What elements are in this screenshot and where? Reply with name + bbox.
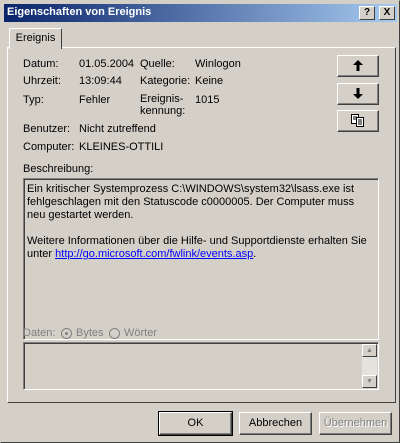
eventid-value: 1015 — [195, 94, 220, 106]
description-more-info: Weitere Informationen über die Hilfe- un… — [27, 235, 375, 261]
scroll-down-icon[interactable]: ▼ — [362, 375, 377, 388]
tab-ereignis[interactable]: Ereignis — [9, 28, 62, 49]
data-label: Daten: — [23, 327, 56, 339]
category-value: Keine — [195, 75, 224, 87]
close-button[interactable]: X — [379, 6, 395, 20]
bytes-label: Bytes — [76, 327, 104, 339]
eventid-label-line2: kennung: — [140, 105, 186, 117]
copy-button[interactable] — [337, 110, 379, 132]
words-label: Wörter — [124, 327, 157, 339]
scroll-up-icon[interactable]: ▲ — [362, 344, 377, 357]
arrow-down-icon — [353, 88, 363, 99]
copy-icon — [351, 114, 364, 127]
time-value: 13:09:44 — [79, 75, 122, 87]
previous-event-button[interactable] — [337, 55, 379, 77]
ok-button[interactable]: OK — [158, 411, 233, 436]
cancel-button[interactable]: Abbrechen — [239, 412, 312, 435]
scrollbar[interactable]: ▲ ▼ — [362, 344, 377, 388]
user-label: Benutzer: — [23, 123, 71, 135]
date-value: 01.05.2004 — [79, 58, 135, 70]
source-value: Winlogon — [195, 58, 241, 70]
time-label: Uhrzeit: — [23, 75, 61, 87]
eventid-label-line1: Ereignis- — [140, 93, 184, 105]
source-label: Quelle: — [140, 58, 175, 70]
date-label: Datum: — [23, 58, 59, 70]
category-label: Kategorie: — [140, 75, 191, 87]
events-link[interactable]: http://go.microsoft.com/fwlink/events.as… — [55, 248, 253, 260]
event-properties-window: Eigenschaften von Ereignis ? X Ereignis … — [0, 0, 400, 443]
bytes-radio[interactable] — [61, 328, 72, 339]
help-button[interactable]: ? — [359, 6, 375, 20]
computer-label: Computer: — [23, 141, 75, 153]
data-box[interactable]: ▲ ▼ — [23, 342, 379, 390]
description-label: Beschreibung: — [23, 163, 94, 175]
description-box[interactable]: Ein kritischer Systemprozess C:\WINDOWS\… — [23, 178, 379, 340]
next-event-button[interactable] — [337, 83, 379, 105]
window-title: Eigenschaften von Ereignis — [7, 6, 152, 18]
words-radio[interactable] — [109, 328, 120, 339]
type-label: Typ: — [23, 94, 44, 106]
type-value: Fehler — [79, 94, 111, 106]
apply-button[interactable]: Übernehmen — [319, 412, 392, 435]
title-bar[interactable]: Eigenschaften von Ereignis ? X — [4, 4, 397, 22]
more-info-suffix: . — [253, 248, 257, 260]
description-text: Ein kritischer Systemprozess C:\WINDOWS\… — [27, 183, 355, 221]
arrow-up-icon — [353, 60, 363, 71]
computer-value: KLEINES-OTTILI — [79, 141, 164, 153]
user-value: Nicht zutreffend — [79, 123, 156, 135]
